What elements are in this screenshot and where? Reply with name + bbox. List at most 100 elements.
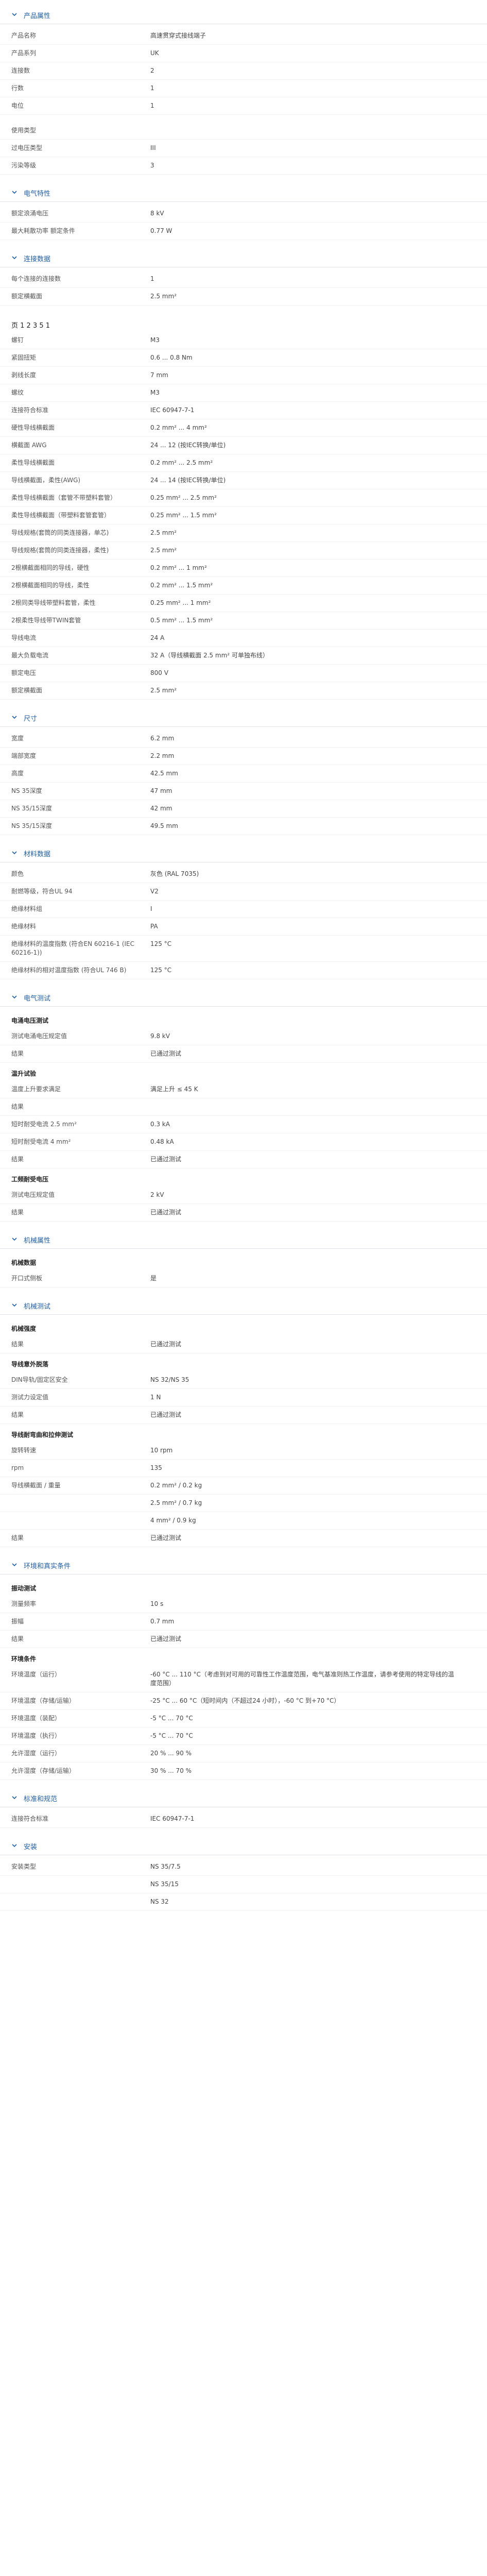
spec-row: rpm 135: [0, 1460, 487, 1477]
spec-row: 连接符合标准 IEC 60947-7-1: [0, 402, 487, 419]
spec-label: 测试电涌电压规定值: [11, 1032, 67, 1040]
spec-value: 2: [150, 67, 154, 74]
section-title: 连接数据: [24, 255, 51, 263]
spec-value: 135: [150, 1464, 162, 1471]
spec-label: 产品名称: [11, 32, 37, 39]
spec-row: NS 35/15深度 49.5 mm: [0, 818, 487, 835]
spec-row: DIN导轨/固定区安全 NS 32/NS 35: [0, 1371, 487, 1389]
spec-label: 柔性导线横截面: [11, 459, 55, 466]
spec-value: 0.25 mm² ... 1 mm²: [150, 599, 211, 606]
spec-label: 环境温度（运行）: [11, 1671, 61, 1678]
section-title: 安装: [24, 1843, 38, 1851]
section-title: 尺寸: [24, 715, 38, 723]
spec-value: 125 °C: [150, 967, 172, 974]
electrical-tests-section: 电气测试 电涌电压测试 测试电涌电压规定值 9.8 kV 结果 已通过测试 温升试验 温度上升…: [0, 989, 487, 1222]
subsection-title: 机械数据: [11, 1259, 37, 1266]
spec-value: 3: [150, 162, 154, 169]
spec-label: NS 35/15深度: [11, 822, 52, 829]
spec-value: 125 °C: [150, 940, 172, 947]
mech-tests-header[interactable]: 机械测试: [0, 1297, 487, 1315]
spec-row: 使用类型: [0, 122, 487, 140]
spec-row: 结果 已通过测试: [0, 1631, 487, 1648]
spec-row: 允许湿度（存储/运输） 30 % ... 70 %: [0, 1762, 487, 1780]
spec-row: 额定电压 800 V: [0, 665, 487, 682]
spec-row: 绝缘材料 PA: [0, 918, 487, 936]
spec-label: 额定电压: [11, 669, 37, 676]
spec-label: 连接符合标准: [11, 406, 49, 414]
spec-row: 测试电压规定值 2 kV: [0, 1187, 487, 1204]
mechanical-header[interactable]: 机械属性: [0, 1231, 487, 1249]
standards-header[interactable]: 标准和规范: [0, 1789, 487, 1807]
spec-label: 2根横截面相同的导线，柔性: [11, 582, 90, 589]
general-header[interactable]: 产品属性: [0, 6, 487, 24]
spec-value: 满足上升 ≤ 45 K: [150, 1086, 198, 1093]
spec-value: 0.25 mm² ... 1.5 mm²: [150, 512, 217, 519]
spec-row: 结果 已通过测试: [0, 1336, 487, 1353]
spec-label: 额定横截面: [11, 687, 43, 694]
spec-row: 端部宽度 2.2 mm: [0, 748, 487, 765]
connection-header[interactable]: 连接数据: [0, 249, 487, 267]
spec-row: 结果 已通过测试: [0, 1151, 487, 1168]
spec-row: 环境温度（执行） -5 °C ... 70 °C: [0, 1727, 487, 1745]
subsection-title: 环境条件: [11, 1655, 37, 1663]
spec-value: 2.5 mm²: [150, 293, 177, 300]
spec-row: 过电压类型 III: [0, 140, 487, 157]
spec-value: 30 % ... 70 %: [150, 1767, 192, 1774]
spec-label: 使用类型: [11, 127, 37, 134]
spec-label: 测量频率: [11, 1600, 37, 1607]
spec-value: 灰色 (RAL 7035): [150, 870, 199, 877]
spec-value: 42.5 mm: [150, 770, 178, 777]
spec-label: 最大负载电流: [11, 652, 49, 659]
spec-label: 宽度: [11, 735, 24, 742]
spec-label: 结果: [11, 1103, 24, 1110]
spec-label: 行数: [11, 84, 24, 92]
spec-label: 结果: [11, 1209, 24, 1216]
spec-row: 颜色 灰色 (RAL 7035): [0, 866, 487, 883]
spec-row: 2.5 mm² / 0.7 kg: [0, 1495, 487, 1512]
spec-label: 短时耐受电流 2.5 mm²: [11, 1121, 77, 1128]
spec-label: 开口式侧板: [11, 1275, 43, 1282]
spec-label: 绝缘材料的温度指数 (符合EN 60216-1 (IEC 60216-1)): [11, 940, 135, 956]
spec-value: 已通过测试: [150, 1209, 182, 1216]
electrical-tests-header[interactable]: 电气测试: [0, 989, 487, 1007]
spec-value: 1: [150, 102, 154, 109]
subsection-title: 温升试验: [11, 1070, 37, 1077]
spec-row: 绝缘材料的相对温度指数 (符合UL 746 B) 125 °C: [0, 962, 487, 979]
spec-row: 柔性导线横截面（带塑料套管套管） 0.25 mm² ... 1.5 mm²: [0, 507, 487, 524]
spec-value: 0.77 W: [150, 227, 172, 234]
spec-label: DIN导轨/固定区安全: [11, 1376, 68, 1383]
chevron-down-icon: [11, 1562, 19, 1569]
chevron-down-icon: [11, 1302, 19, 1309]
spec-value: IEC 60947-7-1: [150, 406, 195, 414]
mounting-header[interactable]: 安装: [0, 1837, 487, 1855]
spec-row: 产品名称 高速贯穿式接线端子: [0, 27, 487, 45]
spec-label: 导线横截面，柔性(AWG): [11, 477, 81, 484]
chevron-down-icon: [11, 1236, 19, 1243]
subsection-title: 工频耐受电压: [11, 1176, 49, 1183]
spec-label: 紧固扭矩: [11, 354, 37, 361]
electrical-header[interactable]: 电气特性: [0, 184, 487, 202]
spec-row: 产品系列 UK: [0, 45, 487, 62]
spec-row: 导线电流 24 A: [0, 630, 487, 647]
spec-value: 47 mm: [150, 787, 172, 794]
connection-section: 连接数据 每个连接的连接数 1 额定横截面 2.5 mm²: [0, 249, 487, 306]
spec-label: 绝缘材料组: [11, 905, 43, 912]
spec-label: 安装类型: [11, 1863, 37, 1870]
material-header[interactable]: 材料数据: [0, 844, 487, 862]
dimensions-header[interactable]: 尺寸: [0, 709, 487, 727]
spec-value: 1: [150, 84, 154, 92]
page-indicator: 页 1 2 3 5 1: [11, 322, 50, 330]
spec-value: 24 ... 14 (按IEC转换/单位): [150, 477, 226, 484]
spec-row: 额定横截面 2.5 mm²: [0, 682, 487, 700]
environment-header[interactable]: 环境和真实条件: [0, 1556, 487, 1574]
spec-value: 1: [150, 275, 154, 282]
spec-label: 端部宽度: [11, 752, 37, 759]
spec-row: 螺钉 M3: [0, 332, 487, 349]
spec-row: 导线规格(套筒的同类连接器，柔性) 2.5 mm²: [0, 542, 487, 560]
connection-details: 螺钉 M3 紧固扭矩 0.6 ... 0.8 Nm 剥线长度 7 mm 螺纹 M3 连接符合标准…: [0, 332, 487, 700]
spec-row: 旋转转速 10 rpm: [0, 1442, 487, 1460]
spec-value: 2.2 mm: [150, 752, 175, 759]
spec-row: 结果 已通过测试: [0, 1530, 487, 1547]
spec-row: 柔性导线横截面 0.2 mm² ... 2.5 mm²: [0, 454, 487, 472]
